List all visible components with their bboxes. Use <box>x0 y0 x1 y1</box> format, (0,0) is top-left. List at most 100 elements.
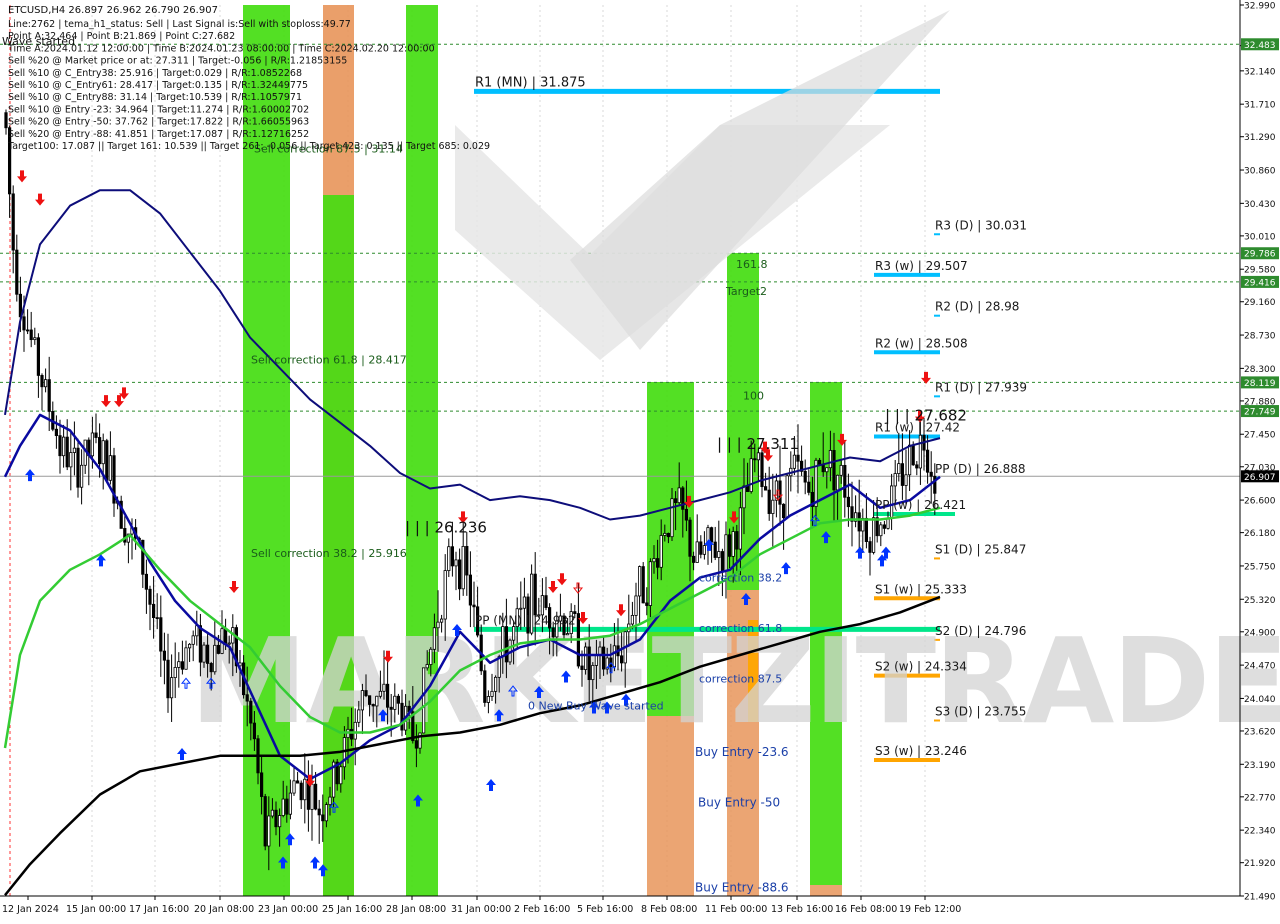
candle-body <box>879 524 883 537</box>
x-tick-label: 16 Feb 08:00 <box>835 904 897 915</box>
x-tick-label: 8 Feb 08:00 <box>641 904 697 915</box>
candle-body <box>47 379 51 412</box>
candle-body <box>209 663 213 673</box>
info-line: Sell %20 @ Entry -50: 37.762 | Target:17… <box>8 117 309 128</box>
candle-body <box>915 464 919 469</box>
y-tick-label: 31.710 <box>1244 101 1276 111</box>
candle-body <box>94 432 98 438</box>
candle-body <box>367 695 372 705</box>
candle-body <box>670 498 674 538</box>
candle-body <box>159 617 163 652</box>
chart-annotation: 0 New Buy Wave started <box>528 699 664 712</box>
candle-body <box>162 650 166 661</box>
candle-body <box>540 595 545 616</box>
candle-body <box>371 704 375 707</box>
candle-body <box>429 648 433 665</box>
chart-annotation: | | | 27.682 <box>885 406 967 424</box>
candle-body <box>180 661 184 670</box>
candle-body <box>756 452 761 461</box>
candle-body <box>40 375 44 388</box>
x-tick-label: 11 Feb 00:00 <box>705 904 767 915</box>
x-tick-label: 25 Jan 16:00 <box>322 904 382 915</box>
candle-body <box>76 447 80 488</box>
candle-body <box>357 709 361 723</box>
candle-body <box>584 646 588 670</box>
candle-body <box>702 545 707 555</box>
candle-body <box>382 683 386 692</box>
candle-body <box>439 618 444 623</box>
candle-body <box>836 474 840 491</box>
candle-body <box>717 551 721 558</box>
candle-body <box>245 694 249 702</box>
candle-body <box>843 464 847 498</box>
candle-body <box>108 455 112 481</box>
candle-body <box>731 531 735 557</box>
x-tick-label: 5 Feb 16:00 <box>577 904 633 915</box>
candle-body <box>65 436 69 468</box>
candle-body <box>101 440 105 465</box>
chart-annotation: 100 <box>743 389 764 402</box>
candle-body <box>202 644 206 663</box>
candle-body <box>882 524 887 529</box>
candle-body <box>641 566 645 604</box>
pivot-level-label: R2 (D) | 28.98 <box>935 300 1019 314</box>
candle-body <box>364 690 368 697</box>
candle-body <box>155 617 159 619</box>
candle-body <box>33 337 37 341</box>
info-line: Sell %20 @ Entry -88: 41.851 | Target:17… <box>8 129 309 140</box>
candle-body <box>313 783 318 810</box>
candle-body <box>544 595 548 608</box>
candle-body <box>490 690 494 697</box>
candle-body <box>728 534 732 557</box>
candle-body <box>782 503 786 519</box>
candle-body <box>461 545 465 590</box>
candle-body <box>483 670 487 703</box>
candle-body <box>11 193 15 251</box>
pivot-level-label: PP (MN) | 24.932 <box>475 613 576 627</box>
candle-body <box>414 740 419 749</box>
candle-body <box>846 496 851 508</box>
candle-body <box>724 534 728 572</box>
candle-body <box>738 507 743 550</box>
candle-body <box>645 602 649 606</box>
pivot-level-label: S2 (w) | 24.334 <box>875 660 967 674</box>
candle-body <box>918 434 923 469</box>
candle-body <box>681 487 685 510</box>
candle-body <box>58 435 62 457</box>
candle-body <box>72 447 76 453</box>
price-badge-label: 29.786 <box>1244 250 1276 260</box>
candle-body <box>634 595 638 616</box>
candle-body <box>223 628 228 644</box>
info-line: Sell %20 @ Market price or at: 27.311 | … <box>8 56 347 67</box>
candle-body <box>105 440 109 481</box>
candle-body <box>144 573 148 590</box>
candle-body <box>393 695 397 710</box>
signal-zone <box>323 195 354 896</box>
chart-annotation: Target2 <box>725 285 767 298</box>
symbol-header: ETCUSD,H4 26.897 26.962 26.790 26.907 <box>8 5 218 16</box>
candle-body <box>29 329 33 341</box>
candle-body <box>69 452 73 468</box>
y-tick-label: 22.770 <box>1244 793 1276 803</box>
candle-body <box>594 654 599 666</box>
candle-body <box>591 664 595 681</box>
candle-body <box>929 471 933 477</box>
candle-body <box>177 661 181 668</box>
candle-body <box>713 541 717 558</box>
candle-body <box>792 454 797 469</box>
price-chart[interactable]: MARKETZITRADE R1 (MN) | 31.875R3 (D) | 3… <box>0 0 1280 920</box>
x-tick-label: 12 Jan 2024 <box>2 904 59 915</box>
y-tick-label: 26.180 <box>1244 529 1276 539</box>
y-tick-label: 30.010 <box>1244 232 1276 242</box>
candle-body <box>857 512 861 532</box>
y-tick-label: 32.140 <box>1244 67 1276 77</box>
y-tick-label: 29.580 <box>1244 266 1276 276</box>
candle-body <box>828 450 833 469</box>
chart-annotation: Buy Entry -88.6 <box>695 880 789 894</box>
x-tick-label: 13 Feb 16:00 <box>771 904 833 915</box>
chart-annotation: correction 38.2 <box>699 572 782 585</box>
price-badge-label: 27.749 <box>1244 408 1276 418</box>
candle-body <box>771 499 775 514</box>
x-tick-label: 2 Feb 16:00 <box>514 904 570 915</box>
chart-area[interactable]: MARKETZITRADE R1 (MN) | 31.875 R3 (D) | 3… <box>0 0 1280 920</box>
